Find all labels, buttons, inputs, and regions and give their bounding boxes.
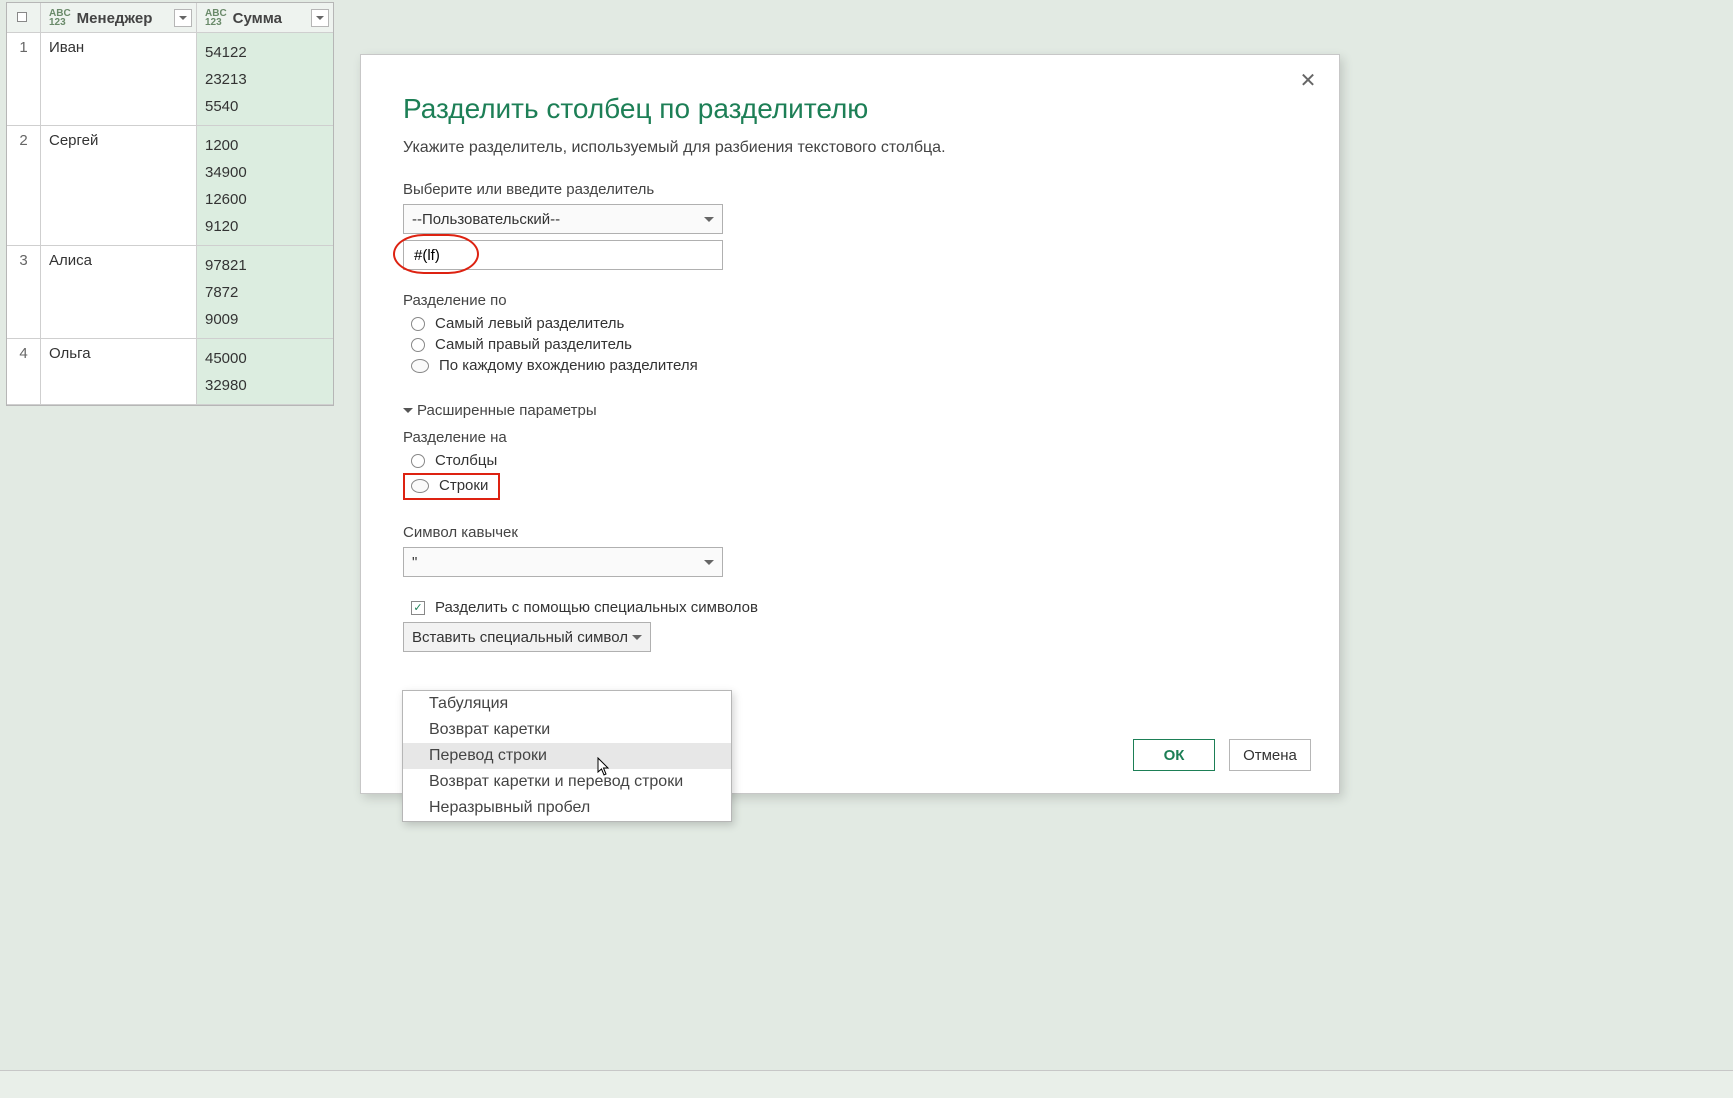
quote-select[interactable]: " [403, 547, 723, 577]
data-table: ABC 123 Менеджер ABC 123 Сумма 1Иван5412… [6, 2, 334, 406]
cell-manager[interactable]: Иван [41, 33, 197, 126]
filter-dropdown-icon[interactable] [311, 9, 329, 27]
special-char-menu: ТабуляцияВозврат кареткиПеревод строкиВо… [402, 690, 732, 822]
cell-sum[interactable]: 4500032980 [197, 339, 333, 405]
radio-into-rows[interactable]: Строки [411, 477, 488, 494]
close-icon[interactable]: ✕ [1295, 67, 1321, 93]
status-bar [0, 1070, 1733, 1098]
row-index: 4 [7, 339, 41, 405]
split-into-label: Разделение на [403, 429, 1297, 446]
split-column-dialog: ✕ Разделить столбец по разделителю Укажи… [360, 54, 1340, 794]
chevron-down-icon [704, 217, 714, 227]
checkbox-icon [411, 601, 425, 615]
col-header-sum[interactable]: ABC 123 Сумма [197, 3, 333, 33]
cell-manager[interactable]: Сергей [41, 126, 197, 246]
special-menu-item[interactable]: Перевод строки [403, 743, 731, 769]
triangle-down-icon [403, 408, 413, 418]
row-index: 1 [7, 33, 41, 126]
delimiter-select[interactable]: --Пользовательский-- [403, 204, 723, 234]
delimiter-label: Выберите или введите разделитель [403, 181, 1297, 198]
col-header-manager[interactable]: ABC 123 Менеджер [41, 3, 197, 33]
cancel-button[interactable]: Отмена [1229, 739, 1311, 771]
cell-sum[interactable]: 54122232135540 [197, 33, 333, 126]
mouse-cursor-icon [597, 757, 611, 777]
special-char-checkbox-row[interactable]: Разделить с помощью специальных символов [411, 599, 1297, 616]
cell-manager[interactable]: Алиса [41, 246, 197, 339]
table-row[interactable]: 3Алиса9782178729009 [7, 246, 333, 339]
dialog-title: Разделить столбец по разделителю [403, 93, 1297, 125]
radio-each[interactable]: По каждому вхождению разделителя [411, 357, 1297, 374]
cell-manager[interactable]: Ольга [41, 339, 197, 405]
row-index: 2 [7, 126, 41, 246]
cell-sum[interactable]: 120034900126009120 [197, 126, 333, 246]
quote-label: Символ кавычек [403, 524, 1297, 541]
delimiter-input[interactable] [403, 240, 723, 270]
special-menu-item[interactable]: Возврат каретки [403, 717, 731, 743]
dialog-subtitle: Укажите разделитель, используемый для ра… [403, 139, 1297, 157]
advanced-toggle[interactable]: Расширенные параметры [403, 402, 1297, 419]
col-header-label: Сумма [233, 10, 282, 27]
col-header-label: Менеджер [77, 10, 153, 27]
radio-rightmost[interactable]: Самый правый разделитель [411, 336, 1297, 353]
chevron-down-icon [704, 560, 714, 570]
ok-button[interactable]: ОК [1133, 739, 1215, 771]
table-row[interactable]: 2Сергей120034900126009120 [7, 126, 333, 246]
filter-dropdown-icon[interactable] [174, 9, 192, 27]
table-row[interactable]: 1Иван54122232135540 [7, 33, 333, 126]
row-header-corner[interactable] [7, 3, 41, 33]
special-menu-item[interactable]: Табуляция [403, 691, 731, 717]
special-menu-item[interactable]: Неразрывный пробел [403, 795, 731, 821]
special-menu-item[interactable]: Возврат каретки и перевод строки [403, 769, 731, 795]
radio-into-cols[interactable]: Столбцы [411, 452, 1297, 469]
radio-into-rows-highlight: Строки [403, 473, 500, 500]
row-index: 3 [7, 246, 41, 339]
chevron-down-icon [632, 635, 642, 645]
table-row[interactable]: 4Ольга4500032980 [7, 339, 333, 405]
cell-sum[interactable]: 9782178729009 [197, 246, 333, 339]
split-by-label: Разделение по [403, 292, 1297, 309]
radio-leftmost[interactable]: Самый левый разделитель [411, 315, 1297, 332]
insert-special-select[interactable]: Вставить специальный символ [403, 622, 651, 652]
